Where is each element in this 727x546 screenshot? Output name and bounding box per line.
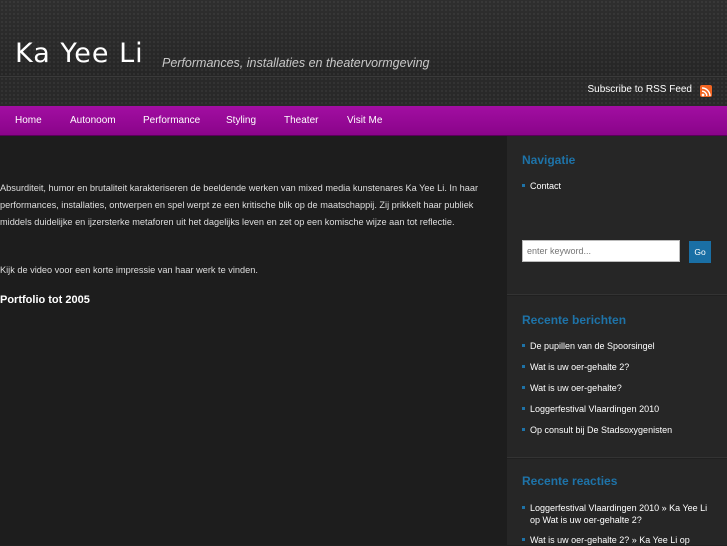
navigatie-list: Contact: [522, 180, 717, 192]
video-paragraph: Kijk de video voor een korte impressie v…: [0, 265, 258, 275]
recent-post-item[interactable]: Wat is uw oer-gehalte?: [522, 382, 717, 394]
nav-item-home[interactable]: Home: [15, 106, 42, 135]
recent-post-item[interactable]: Op consult bij De Stadsoxygenisten: [522, 424, 717, 436]
nav-item-styling[interactable]: Styling: [226, 106, 256, 135]
main-nav: Home Autonoom Performance Styling Theate…: [0, 106, 727, 136]
site-tagline: Performances, installaties en theatervor…: [162, 56, 430, 70]
site-title[interactable]: Ka Yee Li: [15, 38, 144, 70]
rss-bar: Subscribe to RSS Feed: [0, 76, 727, 106]
site-header: Ka Yee Li Performances, installaties en …: [0, 0, 727, 76]
navigatie-widget: Navigatie Contact Go: [507, 136, 727, 295]
search-go-button[interactable]: Go: [689, 241, 711, 263]
intro-paragraph: Absurditeit, humor en brutaliteit karakt…: [0, 183, 479, 227]
recent-comments-heading: Recente reacties: [522, 474, 618, 488]
sidebar: Navigatie Contact Go Recente berichten D…: [507, 136, 727, 545]
rss-icon[interactable]: [700, 85, 712, 97]
nav-item-performance[interactable]: Performance: [143, 106, 200, 135]
recent-posts-heading: Recente berichten: [522, 313, 627, 327]
recent-post-item[interactable]: De pupillen van de Spoorsingel: [522, 340, 717, 352]
search-input[interactable]: [522, 240, 680, 262]
recent-comments-list: Loggerfestival Vlaardingen 2010 » Ka Yee…: [522, 502, 717, 546]
navigatie-heading: Navigatie: [522, 153, 576, 167]
nav-item-autonoom[interactable]: Autonoom: [70, 106, 116, 135]
nav-item-theater[interactable]: Theater: [284, 106, 318, 135]
recent-comment-item[interactable]: Loggerfestival Vlaardingen 2010 » Ka Yee…: [522, 502, 717, 526]
nav-item-visit-me[interactable]: Visit Me: [347, 106, 382, 135]
portfolio-heading[interactable]: Portfolio tot 2005: [0, 294, 90, 306]
rss-subscribe-link[interactable]: Subscribe to RSS Feed: [588, 84, 693, 95]
recent-post-item[interactable]: Loggerfestival Vlaardingen 2010: [522, 403, 717, 415]
recent-comments-widget: Recente reacties Loggerfestival Vlaardin…: [507, 459, 727, 545]
sidebar-item-contact[interactable]: Contact: [522, 180, 717, 192]
recent-post-item[interactable]: Wat is uw oer-gehalte 2?: [522, 361, 717, 373]
main-content: Absurditeit, humor en brutaliteit karakt…: [0, 136, 507, 545]
recent-comment-item[interactable]: Wat is uw oer-gehalte 2? » Ka Yee Li op: [522, 534, 717, 546]
recent-posts-list: De pupillen van de Spoorsingel Wat is uw…: [522, 340, 717, 436]
recent-posts-widget: Recente berichten De pupillen van de Spo…: [507, 296, 727, 458]
